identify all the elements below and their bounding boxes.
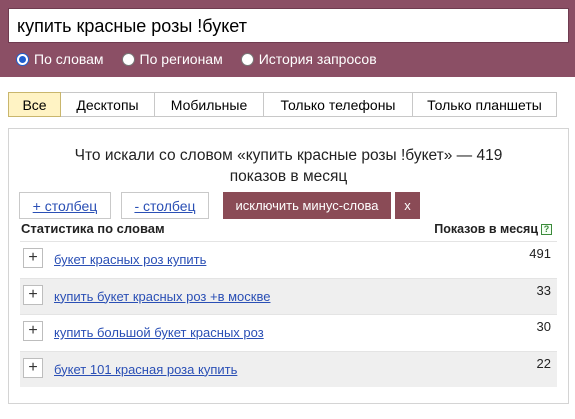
close-button[interactable]: x — [395, 192, 420, 219]
results-title: Что искали со словом «купить красные роз… — [9, 145, 568, 187]
stats-header: Статистика по словам — [21, 221, 165, 236]
shows-header-label: Показов в месяц — [434, 222, 538, 236]
tab-mobile[interactable]: Мобильные — [155, 92, 264, 117]
table-row: + купить букет красных роз +в москве 33 — [20, 277, 557, 314]
results-title-line1: Что искали со словом «купить красные роз… — [74, 147, 503, 164]
phrase-link[interactable]: букет 101 красная роза купить — [54, 362, 237, 377]
add-phrase-button[interactable]: + — [23, 321, 43, 341]
phrase-link[interactable]: букет красных роз купить — [54, 252, 206, 267]
tab-tablets-only[interactable]: Только планшеты — [413, 92, 557, 117]
add-phrase-button[interactable]: + — [23, 284, 43, 305]
help-icon[interactable]: ? — [541, 223, 552, 235]
mode-by-regions[interactable]: По регионам — [121, 51, 223, 67]
tab-phones-only[interactable]: Только телефоны — [264, 92, 413, 117]
mode-label: По словам — [34, 51, 104, 67]
tab-all[interactable]: Все — [8, 92, 61, 117]
table-row: + купить большой букет красных роз 30 — [20, 314, 557, 351]
mode-by-words[interactable]: По словам — [16, 51, 104, 67]
mode-label: История запросов — [258, 51, 377, 67]
table-row: + букет 101 красная роза купить 22 — [20, 350, 557, 387]
radio-icon[interactable] — [121, 52, 135, 66]
mode-history[interactable]: История запросов — [240, 51, 377, 67]
results-table: + букет красных роз купить 491 + купить … — [20, 241, 557, 387]
tab-desktops[interactable]: Десктопы — [61, 92, 155, 117]
table-row: + букет красных роз купить 491 — [20, 241, 557, 278]
search-input[interactable] — [17, 14, 557, 38]
phrase-link[interactable]: купить большой букет красных роз — [54, 325, 264, 340]
exclude-minus-words-button[interactable]: исключить минус-слова — [223, 192, 391, 219]
shows-count: 491 — [529, 246, 551, 261]
mode-selector: По словам По регионам История запросов — [16, 49, 395, 69]
add-phrase-button[interactable]: + — [23, 357, 43, 378]
mode-label: По регионам — [139, 51, 223, 67]
radio-icon[interactable] — [240, 52, 254, 66]
shows-count: 33 — [536, 282, 551, 298]
results-panel: Что искали со словом «купить красные роз… — [8, 128, 569, 404]
shows-header: Показов в месяц ? — [434, 222, 552, 236]
shows-count: 30 — [536, 319, 551, 334]
add-column-button[interactable]: + столбец — [19, 192, 111, 219]
device-tabs: Все Десктопы Мобильные Только телефоны Т… — [8, 92, 557, 117]
remove-column-button[interactable]: - столбец — [121, 192, 209, 219]
radio-checked-icon[interactable] — [16, 52, 29, 66]
search-box[interactable] — [8, 8, 569, 43]
shows-count: 22 — [536, 355, 551, 371]
phrase-link[interactable]: купить букет красных роз +в москве — [54, 289, 270, 304]
add-phrase-button[interactable]: + — [23, 248, 43, 268]
results-title-line2: показов в месяц — [229, 168, 348, 185]
search-band: По словам По регионам История запросов — [0, 0, 575, 77]
